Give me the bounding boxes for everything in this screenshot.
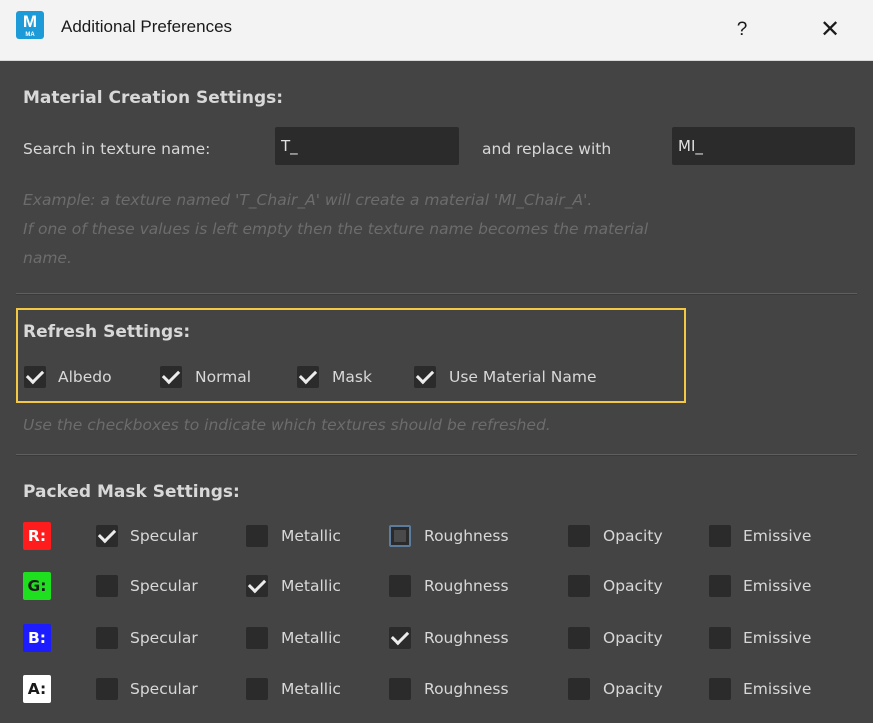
channel-label-a: A: <box>23 675 51 703</box>
material-hint-line: Example: a texture named 'T_Chair_A' wil… <box>23 191 593 209</box>
g-emissive-label: Emissive <box>743 577 812 595</box>
g-metallic-label: Metallic <box>281 577 341 595</box>
refresh-material-name-checkbox[interactable] <box>414 366 436 388</box>
dialog-content: Material Creation Settings: Search in te… <box>0 61 873 723</box>
b-specular-checkbox[interactable] <box>96 627 118 649</box>
r-specular-checkbox[interactable] <box>96 525 118 547</box>
r-metallic-label: Metallic <box>281 527 341 545</box>
channel-label-b: B: <box>23 624 51 652</box>
channel-label-r: R: <box>23 522 51 550</box>
r-opacity-checkbox[interactable] <box>568 525 590 547</box>
packed-mask-heading: Packed Mask Settings: <box>23 482 240 502</box>
refresh-material-name-label: Use Material Name <box>449 368 597 386</box>
g-metallic-checkbox[interactable] <box>246 575 268 597</box>
refresh-settings-heading: Refresh Settings: <box>23 322 191 342</box>
channel-label-g: G: <box>23 572 51 600</box>
b-specular-label: Specular <box>130 629 198 647</box>
window-title: Additional Preferences <box>61 17 233 36</box>
refresh-mask-label: Mask <box>332 368 372 386</box>
a-opacity-checkbox[interactable] <box>568 678 590 700</box>
r-emissive-checkbox[interactable] <box>709 525 731 547</box>
app-icon-subtext: MA <box>25 32 35 38</box>
refresh-hint: Use the checkboxes to indicate which tex… <box>23 416 551 434</box>
g-roughness-label: Roughness <box>424 577 509 595</box>
a-roughness-label: Roughness <box>424 680 509 698</box>
section-divider <box>16 454 857 456</box>
a-roughness-checkbox[interactable] <box>389 678 411 700</box>
title-bar: M MA Additional Preferences ? ✕ <box>0 0 873 61</box>
b-roughness-label: Roughness <box>424 629 509 647</box>
g-specular-checkbox[interactable] <box>96 575 118 597</box>
r-opacity-label: Opacity <box>603 527 663 545</box>
close-button[interactable]: ✕ <box>810 12 850 48</box>
r-specular-label: Specular <box>130 527 198 545</box>
r-roughness-checkbox[interactable] <box>389 525 411 547</box>
search-input[interactable] <box>275 127 459 165</box>
a-opacity-label: Opacity <box>603 680 663 698</box>
a-emissive-label: Emissive <box>743 680 812 698</box>
b-opacity-checkbox[interactable] <box>568 627 590 649</box>
replace-input[interactable] <box>672 127 855 165</box>
r-metallic-checkbox[interactable] <box>246 525 268 547</box>
a-specular-checkbox[interactable] <box>96 678 118 700</box>
r-emissive-label: Emissive <box>743 527 812 545</box>
r-roughness-label: Roughness <box>424 527 509 545</box>
a-metallic-checkbox[interactable] <box>246 678 268 700</box>
b-metallic-checkbox[interactable] <box>246 627 268 649</box>
material-hint-line: name. <box>23 249 72 267</box>
refresh-albedo-checkbox[interactable] <box>24 366 46 388</box>
a-metallic-label: Metallic <box>281 680 341 698</box>
refresh-mask-checkbox[interactable] <box>297 366 319 388</box>
g-opacity-checkbox[interactable] <box>568 575 590 597</box>
a-emissive-checkbox[interactable] <box>709 678 731 700</box>
b-roughness-checkbox[interactable] <box>389 627 411 649</box>
app-icon-letter: M <box>22 12 38 31</box>
help-button[interactable]: ? <box>722 12 762 48</box>
g-roughness-checkbox[interactable] <box>389 575 411 597</box>
b-opacity-label: Opacity <box>603 629 663 647</box>
refresh-normal-checkbox[interactable] <box>160 366 182 388</box>
material-settings-heading: Material Creation Settings: <box>23 88 284 108</box>
section-divider <box>16 293 857 295</box>
replace-label: and replace with <box>482 140 612 158</box>
material-hint: Example: a texture named 'T_Chair_A' wil… <box>23 186 863 273</box>
g-emissive-checkbox[interactable] <box>709 575 731 597</box>
b-emissive-label: Emissive <box>743 629 812 647</box>
b-metallic-label: Metallic <box>281 629 341 647</box>
refresh-normal-label: Normal <box>195 368 252 386</box>
refresh-albedo-label: Albedo <box>58 368 112 386</box>
b-emissive-checkbox[interactable] <box>709 627 731 649</box>
material-hint-line: If one of these values is left empty the… <box>23 220 649 238</box>
a-specular-label: Specular <box>130 680 198 698</box>
app-icon: M MA <box>16 11 44 39</box>
search-label: Search in texture name: <box>23 140 211 158</box>
g-specular-label: Specular <box>130 577 198 595</box>
g-opacity-label: Opacity <box>603 577 663 595</box>
